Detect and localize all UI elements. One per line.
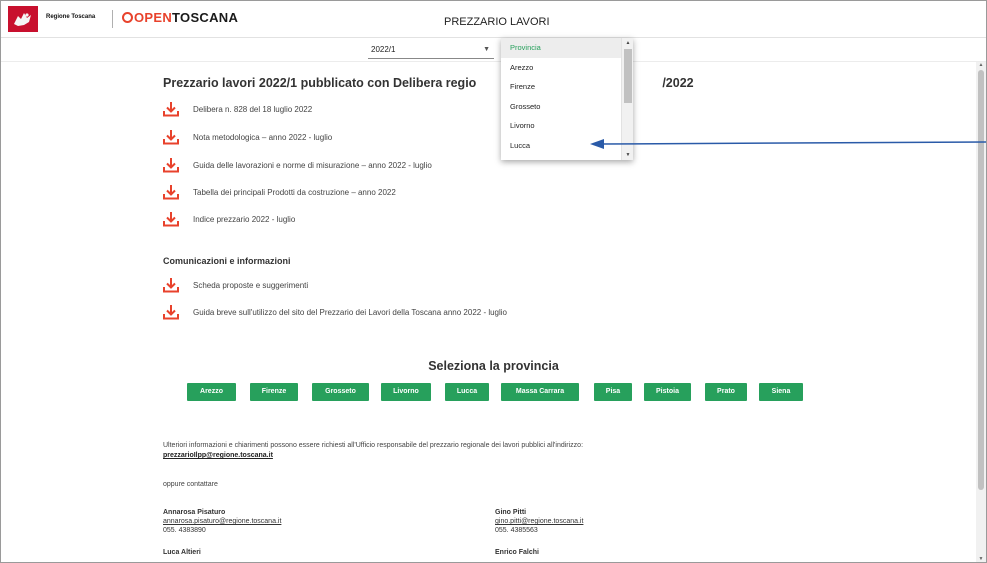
download-icon[interactable]	[163, 184, 179, 200]
communication-link[interactable]: Guida breve sull'utilizzo del sito del P…	[193, 308, 507, 317]
contact-phone: 055. 4385563	[495, 527, 538, 534]
oppure-contattare-label: oppure contattare	[163, 481, 218, 488]
dropdown-scroll-thumb[interactable]	[624, 49, 632, 103]
province-option-livorno[interactable]: Livorno	[501, 116, 621, 136]
contact-name: Luca Altieri	[163, 549, 201, 556]
province-option-firenze[interactable]: Firenze	[501, 77, 621, 97]
province-button-grosseto[interactable]: Grosseto	[312, 383, 369, 401]
brand-open-text: OPEN	[134, 10, 173, 25]
year-select[interactable]: 2022/1 ▼	[368, 43, 494, 59]
province-button-prato[interactable]: Prato	[705, 383, 747, 401]
province-option-arezzo[interactable]: Arezzo	[501, 58, 621, 78]
contact-name: Enrico Falchi	[495, 549, 539, 556]
page-scrollbar[interactable]: ▲ ▼	[976, 62, 986, 562]
info-email-link[interactable]: prezzarioIlpp@regione.toscana.it	[163, 452, 273, 459]
download-icon[interactable]	[163, 277, 179, 293]
communication-link[interactable]: Scheda proposte e suggerimenti	[193, 281, 308, 290]
contact-email-link[interactable]: gino.pitti@regione.toscana.it	[495, 518, 583, 525]
contact-card: Luca Altieri	[163, 548, 201, 557]
province-option-provincia[interactable]: Provincia	[501, 38, 621, 58]
document-link[interactable]: Nota metodologica – anno 2022 - luglio	[193, 133, 332, 142]
scroll-up-icon[interactable]: ▲	[622, 38, 634, 48]
document-link[interactable]: Guida delle lavorazioni e norme di misur…	[193, 161, 432, 170]
brand-toscana-text: TOSCANA	[172, 10, 239, 25]
scroll-up-icon[interactable]: ▲	[976, 62, 986, 68]
province-button-pisa[interactable]: Pisa	[594, 383, 632, 401]
annotation-arrow-icon	[590, 139, 987, 149]
scroll-down-icon[interactable]: ▼	[976, 556, 986, 562]
province-button-massa-carrara[interactable]: Massa Carrara	[501, 383, 579, 401]
opentoscana-logo[interactable]: OPENTOSCANA	[122, 10, 238, 25]
page-header-title: PREZZARIO LAVORI	[444, 16, 550, 28]
contact-email-link[interactable]: annarosa.pisaturo@regione.toscana.it	[163, 518, 281, 525]
province-button-pistoia[interactable]: Pistoia	[644, 383, 691, 401]
contact-card: Enrico Falchi	[495, 548, 539, 557]
download-icon[interactable]	[163, 129, 179, 145]
page-title-tail: /2022	[662, 76, 694, 90]
download-icon[interactable]	[163, 304, 179, 320]
contact-phone: 055. 4383890	[163, 527, 206, 534]
page-title-text: Prezzario lavori 2022/1 pubblicato con D…	[163, 76, 477, 90]
province-option-grosseto[interactable]: Grosseto	[501, 97, 621, 117]
info-text: Ulteriori informazioni e chiarimenti pos…	[163, 442, 584, 449]
download-icon[interactable]	[163, 211, 179, 227]
document-link[interactable]: Indice prezzario 2022 - luglio	[193, 215, 295, 224]
contact-card: Gino Pitti gino.pitti@regione.toscana.it…	[495, 508, 583, 535]
contact-name: Annarosa Pisaturo	[163, 509, 226, 516]
contact-card: Annarosa Pisaturo annarosa.pisaturo@regi…	[163, 508, 281, 535]
communications-heading: Comunicazioni e informazioni	[163, 256, 291, 266]
province-button-firenze[interactable]: Firenze	[250, 383, 298, 401]
province-button-arezzo[interactable]: Arezzo	[187, 383, 236, 401]
regione-toscana-label[interactable]: Regione Toscana	[46, 14, 95, 20]
pegasus-logo-icon[interactable]	[8, 6, 38, 32]
province-selection-heading: Seleziona la provincia	[428, 359, 559, 373]
page-scroll-thumb[interactable]	[978, 70, 984, 490]
year-select-value: 2022/1	[371, 45, 396, 54]
download-icon[interactable]	[163, 157, 179, 173]
download-icon[interactable]	[163, 101, 179, 117]
province-button-siena[interactable]: Siena	[759, 383, 803, 401]
contact-name: Gino Pitti	[495, 509, 527, 516]
header-divider	[112, 10, 113, 28]
chevron-down-icon[interactable]: ▼	[483, 43, 490, 57]
open-circle-icon	[122, 12, 133, 23]
document-link[interactable]: Delibera n. 828 del 18 luglio 2022	[193, 105, 312, 114]
province-button-lucca[interactable]: Lucca	[445, 383, 489, 401]
app-header: Regione Toscana OPENTOSCANA PREZZARIO LA…	[0, 0, 987, 38]
province-button-livorno[interactable]: Livorno	[381, 383, 431, 401]
document-link[interactable]: Tabella dei principali Prodotti da costr…	[193, 188, 396, 197]
